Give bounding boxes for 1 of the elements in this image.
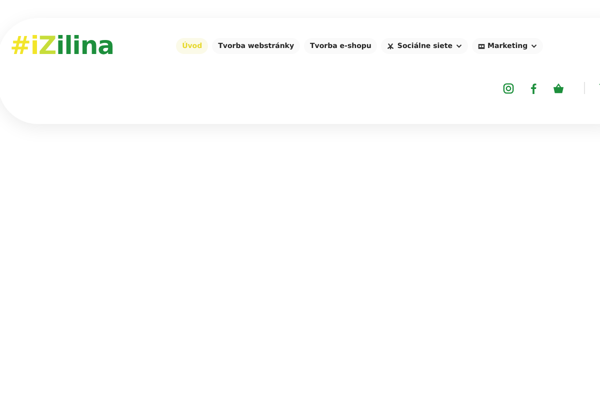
logo[interactable]: #iZilina bbox=[10, 28, 114, 64]
